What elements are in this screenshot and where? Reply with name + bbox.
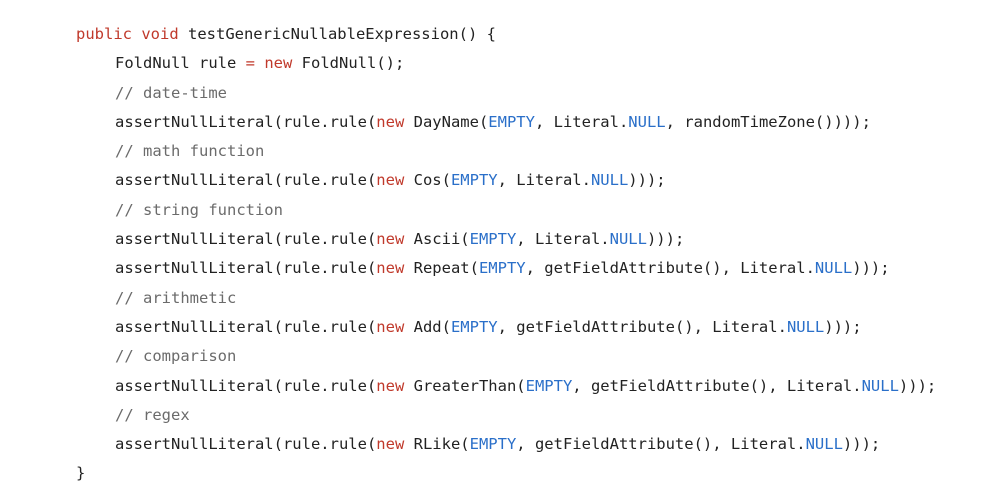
constant-token: EMPTY [488, 112, 535, 131]
constant-token: NULL [814, 259, 853, 278]
code-view: public void testGenericNullableExpressio… [0, 0, 1000, 500]
code-token: , getFieldAttribute(), Literal. [516, 435, 806, 454]
code-token: Cos( [404, 171, 451, 190]
code-token: FoldNull rule [115, 54, 246, 73]
code-line: // math function [0, 137, 1000, 166]
code-token: assertNullLiteral(rule.rule( [115, 435, 377, 454]
code-token: RLike( [404, 435, 470, 454]
keyword-token: public void [76, 25, 179, 43]
keyword-token: new [376, 376, 405, 395]
code-line: assertNullLiteral(rule.rule(new Repeat(E… [0, 254, 1000, 283]
keyword-token: new [376, 317, 405, 336]
code-token: , getFieldAttribute(), Literal. [525, 259, 815, 278]
code-token: assertNullLiteral(rule.rule( [115, 376, 377, 395]
code-token: , getFieldAttribute(), Literal. [572, 376, 862, 395]
constant-token: NULL [786, 317, 825, 336]
code-line: // date-time [0, 79, 1000, 108]
code-token: , Literal. [497, 171, 591, 190]
code-token: ))); [628, 171, 666, 190]
code-token: ))); [824, 317, 862, 336]
code-token: ))); [842, 435, 881, 454]
comment-token: // regex [115, 405, 190, 424]
keyword-token: new [264, 54, 293, 73]
code-token: ))); [646, 230, 685, 249]
keyword-token: new [376, 230, 405, 249]
code-token: ))); [898, 376, 937, 395]
code-line: assertNullLiteral(rule.rule(new Ascii(EM… [0, 225, 1000, 254]
keyword-token: new [376, 171, 405, 190]
comment-token: // date-time [115, 83, 227, 102]
code-token: FoldNull(); [292, 54, 405, 73]
code-line: // arithmetic [0, 284, 1000, 313]
keyword-token: new [376, 435, 405, 454]
code-token: assertNullLiteral(rule.rule( [115, 230, 377, 249]
code-token: assertNullLiteral(rule.rule( [115, 317, 377, 336]
code-line: assertNullLiteral(rule.rule(new Add(EMPT… [0, 313, 1000, 342]
comment-token: // math function [115, 142, 265, 161]
code-token: testGenericNullableExpression() { [178, 25, 496, 43]
code-token: Repeat( [404, 259, 479, 278]
code-token: Add( [404, 317, 451, 336]
constant-token: NULL [861, 376, 899, 395]
constant-token: NULL [805, 435, 843, 454]
code-token: assertNullLiteral(rule.rule( [115, 112, 377, 131]
code-token: } [76, 464, 86, 483]
code-token: assertNullLiteral(rule.rule( [115, 259, 377, 278]
code-line: // comparison [0, 342, 1000, 371]
code-token: , Literal. [516, 230, 610, 249]
comment-token: // arithmetic [115, 288, 237, 307]
keyword-token: new [376, 259, 405, 278]
code-token: assertNullLiteral(rule.rule( [115, 171, 377, 190]
code-token: ))); [852, 259, 890, 278]
constant-token: NULL [590, 171, 629, 190]
code-token: GreaterThan( [404, 376, 526, 395]
code-token: Ascii( [404, 230, 470, 249]
code-token: DayName( [404, 112, 489, 131]
constant-token: EMPTY [469, 230, 517, 249]
constant-token: NULL [628, 112, 666, 131]
constant-token: EMPTY [450, 317, 498, 336]
code-line: assertNullLiteral(rule.rule(new GreaterT… [0, 372, 1000, 401]
constant-token: EMPTY [450, 171, 498, 190]
code-token: , Literal. [534, 112, 629, 131]
constant-token: EMPTY [525, 376, 573, 395]
code-line: } [0, 459, 1000, 488]
keyword-token: = [245, 54, 255, 73]
code-line: assertNullLiteral(rule.rule(new Cos(EMPT… [0, 166, 1000, 195]
code-line: assertNullLiteral(rule.rule(new DayName(… [0, 108, 1000, 137]
code-line: assertNullLiteral(rule.rule(new RLike(EM… [0, 430, 1000, 459]
code-line: // regex [0, 401, 1000, 430]
constant-token: EMPTY [469, 435, 517, 454]
keyword-token: new [376, 112, 405, 131]
code-token: , getFieldAttribute(), Literal. [497, 317, 787, 336]
code-token: , randomTimeZone()))); [665, 112, 871, 131]
code-line: FoldNull rule = new FoldNull(); [0, 49, 1000, 78]
constant-token: EMPTY [478, 259, 526, 278]
code-line: // string function [0, 196, 1000, 225]
comment-token: // string function [115, 200, 283, 219]
constant-token: NULL [609, 230, 647, 249]
code-line: public void testGenericNullableExpressio… [0, 20, 1000, 49]
comment-token: // comparison [115, 347, 237, 366]
